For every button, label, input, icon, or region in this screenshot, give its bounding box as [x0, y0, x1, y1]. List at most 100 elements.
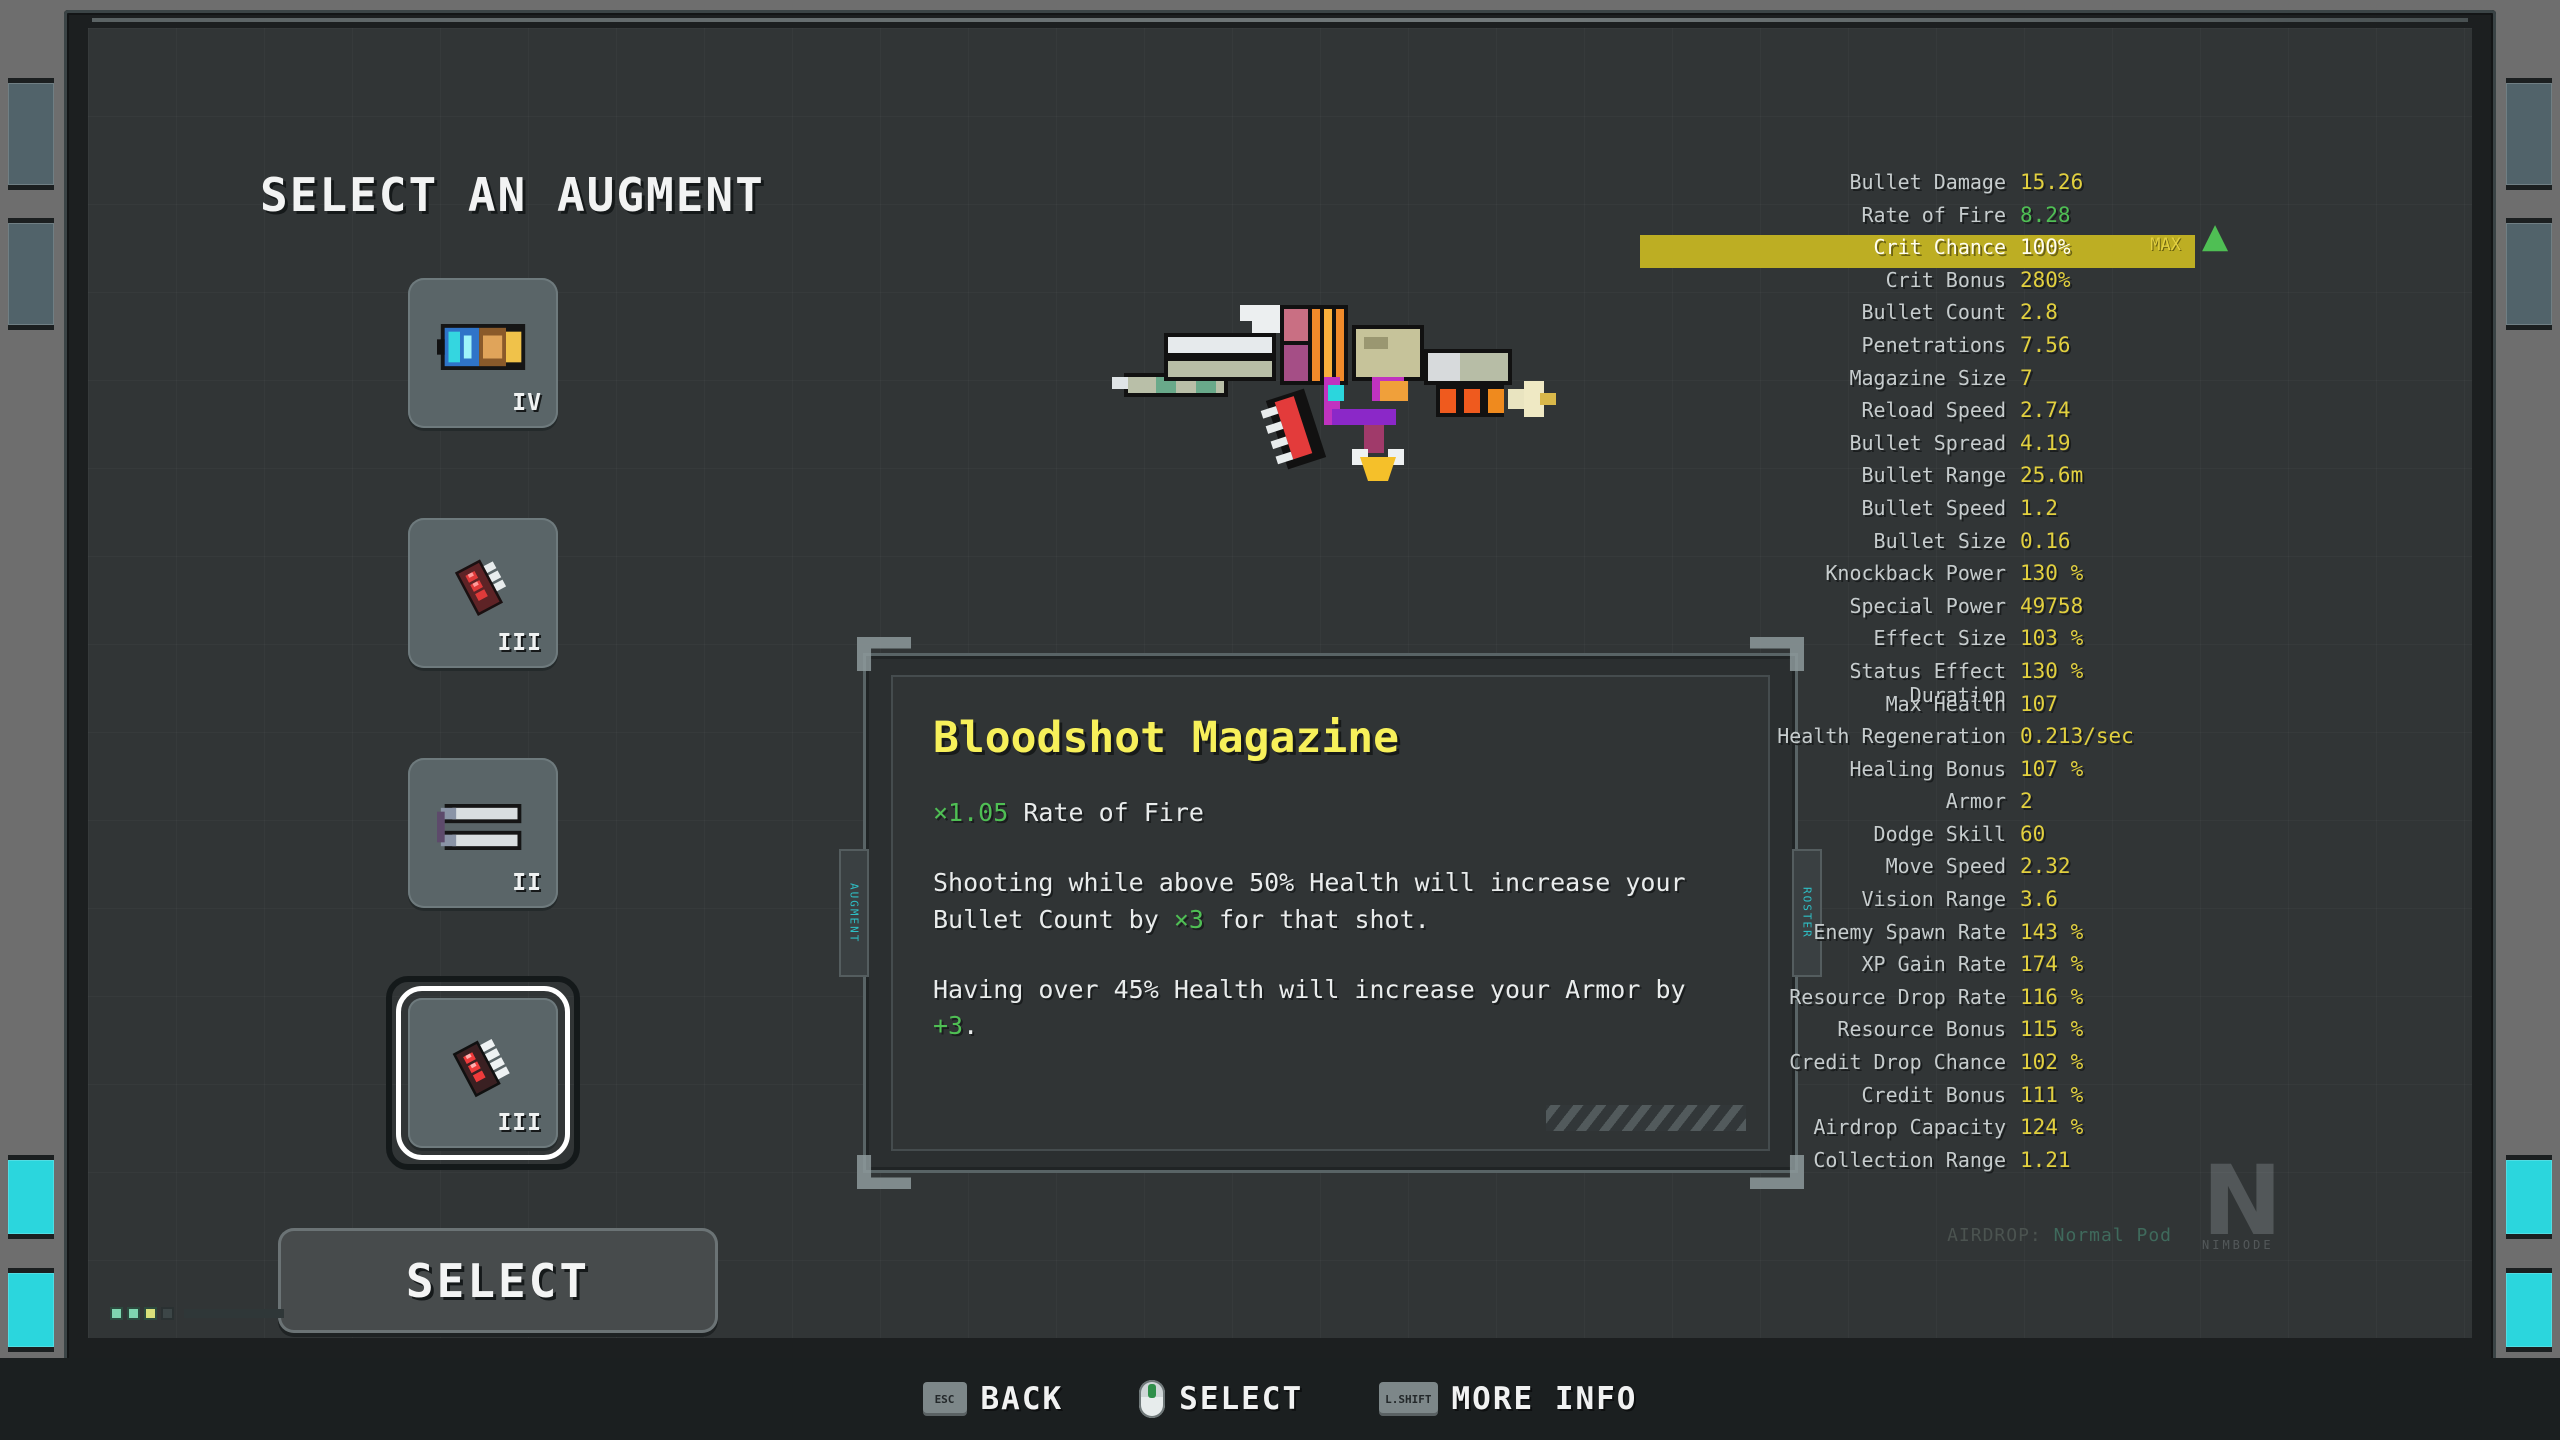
dialog-spacer-1: [933, 831, 1728, 865]
stat-value: 102 %: [2020, 1050, 2084, 1075]
vent-decor-4: [8, 1268, 54, 1352]
stat-value: 130 %: [2020, 658, 2084, 683]
stat-name: Resource Bonus: [1837, 1017, 2006, 1042]
effect-2-value: +3: [933, 1011, 964, 1040]
stat-name: Health Regeneration: [1777, 724, 2006, 749]
stat-name: Credit Drop Chance: [1789, 1050, 2006, 1075]
hint-label: SELECT: [1179, 1381, 1304, 1417]
brand-logo: N NIMBODE: [2202, 1145, 2332, 1268]
stat-value: 174 %: [2020, 952, 2084, 977]
status-lights: [110, 1307, 284, 1320]
vent-decor-6: [2506, 218, 2552, 330]
mouse-icon: [1139, 1380, 1166, 1418]
vent-decor-3: [8, 1155, 54, 1239]
augment-level-label: III: [497, 1110, 542, 1136]
stat-name: Knockback Power: [1825, 561, 2006, 586]
magazine-red-icon: [454, 559, 507, 617]
stat-value: 15.26: [2020, 170, 2084, 194]
stat-value: 1.21: [2020, 1147, 2071, 1172]
stat-value: 25.6m: [2020, 463, 2084, 488]
stat-row: Vision Range 3.6: [1752, 887, 2182, 920]
effect-2-pre: Having over 45% Health will increase you…: [933, 974, 1686, 1004]
stat-value: 8.28: [2020, 202, 2071, 227]
effect-1-value: ×3: [1173, 904, 1204, 934]
stat-name: Airdrop Capacity: [1813, 1115, 2006, 1140]
stat-value: 1.2: [2020, 495, 2058, 520]
stat-value: 115 %: [2020, 1017, 2084, 1042]
control-hint-bar: ESC BACK SELECT L.SHIFT MORE INFO: [0, 1358, 2560, 1440]
vent-decor-5: [2506, 78, 2552, 190]
stat-max-tag: MAX: [2150, 235, 2181, 256]
augment-list: IV III II III: [386, 278, 580, 1238]
stat-name: Bullet Spread: [1849, 430, 2006, 455]
stat-name: Reload Speed: [1861, 398, 2007, 423]
stat-value: 107 %: [2020, 756, 2084, 781]
stat-row: Resource Drop Rate 116 %: [1752, 985, 2182, 1018]
stat-value: 143 %: [2020, 919, 2084, 944]
hint-back[interactable]: ESC BACK: [922, 1381, 1064, 1417]
stat-row: Penetrations 7.56: [1752, 333, 2182, 366]
stat-row: Credit Drop Chance 102 %: [1752, 1050, 2182, 1083]
stat-row: Collection Range 1.21: [1752, 1148, 2182, 1181]
stat-row: Resource Bonus 115 %: [1752, 1017, 2182, 1050]
bullet-silver-icon: [437, 804, 522, 850]
augment-card-3[interactable]: II: [408, 758, 558, 908]
hint-more-info[interactable]: L.SHIFT MORE INFO: [1379, 1381, 1637, 1417]
stat-row: Move Speed 2.32: [1752, 854, 2182, 887]
augment-card-4-selected[interactable]: III: [386, 976, 580, 1170]
stat-name: Move Speed: [1885, 854, 2006, 879]
stat-row: Bullet Speed 1.2: [1752, 496, 2182, 529]
hint-select[interactable]: SELECT: [1139, 1380, 1303, 1418]
stat-value: 2.32: [2020, 854, 2071, 879]
stat-row: Bullet Range 25.6m: [1752, 463, 2182, 496]
screen-surface: SELECT AN AUGMENT IV III II III AUGMENT …: [88, 28, 2472, 1338]
stat-name: Dodge Skill: [1873, 821, 2006, 846]
dialog-modifier-line: ×1.05 Rate of Fire: [933, 795, 1728, 831]
status-led-1: [110, 1307, 123, 1320]
stat-value: 100%: [2020, 235, 2071, 260]
stat-row: Dodge Skill 60: [1752, 822, 2182, 855]
status-led-2: [127, 1307, 140, 1320]
chassis-right: [2488, 0, 2560, 1440]
stat-name: Collection Range: [1813, 1147, 2006, 1172]
stat-row: Healing Bonus 107 %: [1752, 757, 2182, 790]
stat-value: 124 %: [2020, 1115, 2084, 1140]
stat-name: Vision Range: [1861, 887, 2007, 912]
effect-1-post: for that shot.: [1203, 904, 1430, 934]
brand-mark: N: [2202, 1145, 2283, 1257]
dialog-spacer-2: [933, 938, 1728, 972]
stat-name: XP Gain Rate: [1861, 952, 2007, 977]
stat-name: Effect Size: [1873, 626, 2006, 651]
status-led-4: [161, 1307, 174, 1320]
stat-name: Crit Chance: [1873, 235, 2006, 260]
stats-panel: Bullet Damage 15.26 Rate of Fire 8.28 ▲ Crit …: [1640, 170, 2229, 1181]
select-button-label: SELECT: [405, 1253, 591, 1308]
select-button[interactable]: SELECT: [278, 1228, 718, 1333]
stat-value: 3.6: [2020, 887, 2058, 912]
vent-decor-2: [8, 218, 54, 330]
hint-label: MORE INFO: [1451, 1381, 1638, 1417]
stat-name: Max Health: [1885, 691, 2006, 716]
stat-row: Credit Bonus 111 %: [1752, 1083, 2182, 1116]
keycap-icon: ESC: [922, 1382, 967, 1416]
stat-name: Bullet Size: [1873, 528, 2006, 553]
augment-level-label: II: [512, 870, 542, 896]
stat-name: Magazine Size: [1849, 365, 2006, 390]
stat-row: Max Health 107: [1752, 692, 2182, 725]
stat-row: Crit Bonus 280%: [1752, 268, 2182, 301]
augment-card-1[interactable]: IV: [408, 278, 558, 428]
stat-row: Bullet Spread 4.19: [1752, 431, 2182, 464]
airdrop-value: Normal Pod: [2053, 1225, 2172, 1246]
stat-row: Armor 2: [1752, 789, 2182, 822]
chassis-left: [0, 0, 72, 1440]
dialog-effect-1: Shooting while above 50% Health will inc…: [933, 865, 1728, 938]
status-led-bar: [184, 1309, 284, 1318]
stat-row: Health Regeneration 0.213/sec: [1752, 724, 2182, 757]
augment-card-2[interactable]: III: [408, 518, 558, 668]
dialog-tab-left[interactable]: AUGMENT: [839, 849, 869, 977]
stat-row: Rate of Fire 8.28 ▲: [1752, 202, 2229, 253]
stat-value: 107: [2020, 691, 2058, 716]
augment-level-label: IV: [512, 390, 542, 416]
stat-name: Rate of Fire: [1861, 202, 2007, 227]
stat-value: 2: [2020, 789, 2033, 814]
